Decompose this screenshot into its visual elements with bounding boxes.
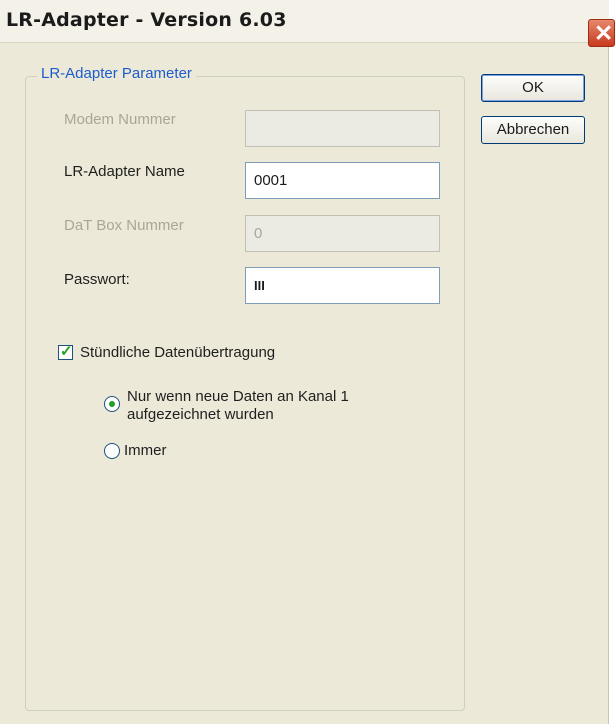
dat-box-number-field: 0: [245, 215, 440, 252]
checkmark-icon: ✓: [60, 343, 73, 360]
adapter-name-label: LR-Adapter Name: [64, 163, 185, 180]
modem-number-label: Modem Nummer: [64, 111, 176, 128]
radio-selected-dot: [109, 401, 115, 407]
modem-number-field: [245, 110, 440, 147]
radio-always[interactable]: [104, 443, 120, 459]
close-button[interactable]: ✕: [588, 19, 615, 47]
password-input[interactable]: III: [245, 267, 440, 304]
dat-box-number-label: DaT Box Nummer: [64, 217, 184, 234]
hourly-transfer-label[interactable]: Stündliche Datenübertragung: [80, 344, 275, 361]
radio-only-new-data[interactable]: [104, 396, 120, 412]
close-icon: ✕: [594, 20, 614, 46]
title-bar[interactable]: LR-Adapter - Version 6.03: [0, 0, 609, 43]
hourly-transfer-checkbox[interactable]: ✓: [58, 343, 73, 360]
radio-only-new-data-label-line1[interactable]: Nur wenn neue Daten an Kanal 1: [127, 388, 349, 405]
radio-always-label[interactable]: Immer: [124, 442, 167, 459]
dialog-window: LR-Adapter - Version 6.03 LR-Adapter Par…: [0, 0, 609, 724]
password-label: Passwort:: [64, 271, 130, 288]
adapter-name-input[interactable]: 0001: [245, 162, 440, 199]
groupbox-title: LR-Adapter Parameter: [37, 65, 196, 82]
ok-button[interactable]: OK: [481, 74, 585, 102]
radio-only-new-data-label-line2[interactable]: aufgezeichnet wurden: [127, 406, 274, 423]
cancel-button[interactable]: Abbrechen: [481, 116, 585, 144]
window-title: LR-Adapter - Version 6.03: [6, 9, 287, 31]
